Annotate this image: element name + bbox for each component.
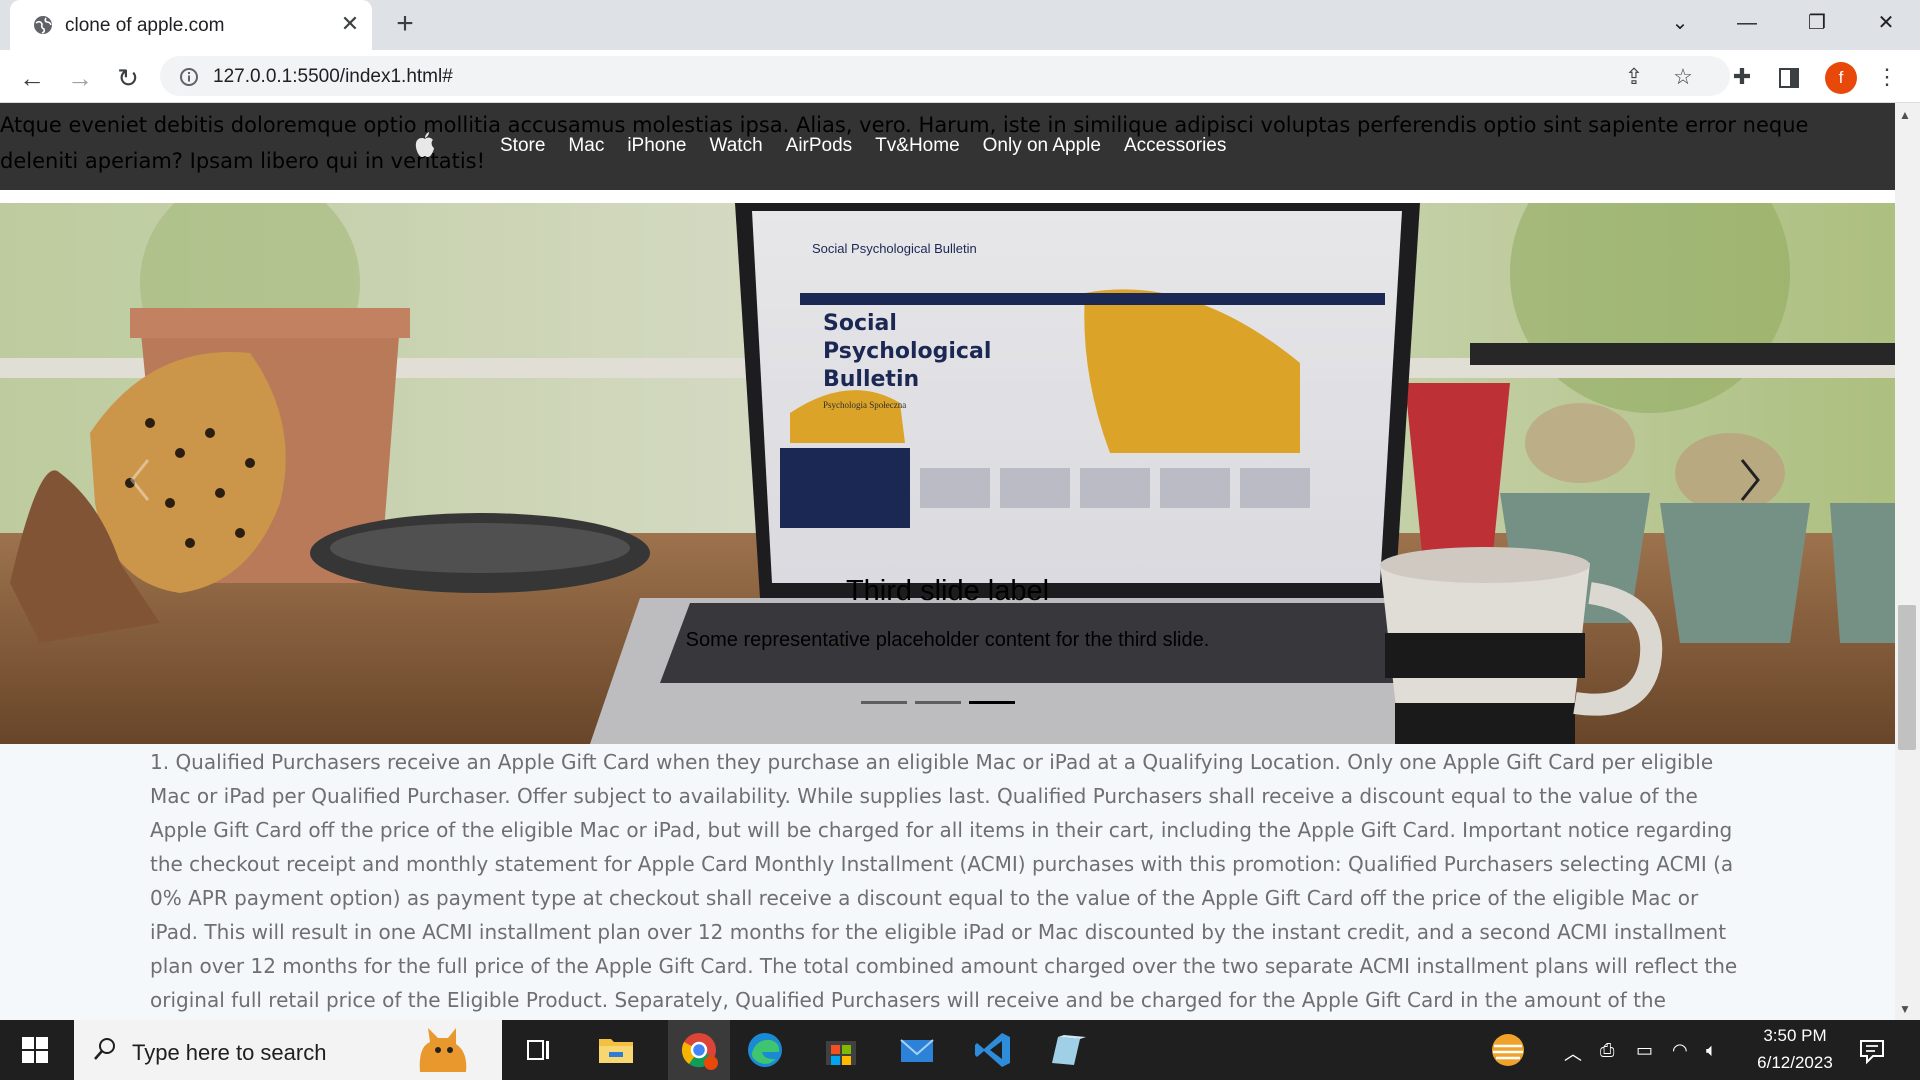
apple-logo-icon[interactable] [413, 131, 437, 159]
chrome-icon[interactable] [676, 1027, 722, 1073]
side-panel-icon[interactable] [1778, 67, 1800, 89]
tab-title: clone of apple.com [65, 15, 225, 36]
hero-carousel: Social Psychological Bulletin Social Psy… [0, 203, 1895, 744]
main-nav: Store Mac iPhone Watch AirPods Tv&Home O… [500, 135, 1249, 157]
back-arrow-icon[interactable]: ← [16, 62, 48, 94]
clock-time[interactable]: 3:50 PM [1755, 1026, 1835, 1046]
vertical-scrollbar[interactable] [1895, 103, 1920, 1020]
cat-search-highlight-icon [419, 1028, 467, 1072]
tab-search-chevron-icon[interactable]: ⌄ [1660, 8, 1700, 38]
notifications-icon[interactable] [1857, 1036, 1887, 1066]
nav-store[interactable]: Store [500, 135, 545, 157]
search-placeholder[interactable]: Type here to search [132, 1040, 326, 1066]
wifi-icon[interactable]: ◠ [1672, 1040, 1688, 1061]
extensions-puzzle-icon[interactable]: ✚ [1727, 62, 1757, 92]
nav-airpods[interactable]: AirPods [786, 135, 853, 157]
nav-only-on-apple[interactable]: Only on Apple [983, 135, 1101, 157]
footnote-text: 1. Qualified Purchasers receive an Apple… [150, 745, 1750, 1020]
new-tab-button[interactable]: + [390, 9, 420, 39]
notepad-app-icon[interactable] [1044, 1027, 1090, 1073]
edge-icon[interactable] [742, 1027, 788, 1073]
more-menu-icon[interactable]: ⋮ [1872, 62, 1902, 92]
restore-button[interactable]: ❐ [1797, 8, 1837, 38]
microsoft-store-icon[interactable] [818, 1027, 864, 1073]
nav-iphone[interactable]: iPhone [627, 135, 686, 157]
forward-arrow-icon[interactable]: → [64, 62, 96, 94]
battery-icon[interactable]: ▭ [1636, 1040, 1653, 1061]
task-view-icon[interactable] [525, 1036, 553, 1064]
carousel-next-icon[interactable] [1730, 450, 1770, 510]
share-icon[interactable]: ⇪ [1619, 62, 1649, 92]
carousel-caption-text: Some representative placeholder content … [685, 629, 1210, 651]
carousel-indicator-2[interactable] [915, 701, 961, 704]
carousel-indicator-1[interactable] [861, 701, 907, 704]
globe-icon [34, 16, 52, 34]
nav-tv-home[interactable]: Tv&Home [875, 135, 959, 157]
close-tab-icon[interactable]: ✕ [336, 10, 364, 38]
clock-date[interactable]: 6/12/2023 [1745, 1053, 1845, 1073]
volume-icon[interactable]: 🔈︎ [1706, 1040, 1717, 1061]
search-icon [94, 1038, 115, 1060]
url-text[interactable]: 127.0.0.1:5500/index1.html# [213, 66, 453, 88]
profile-avatar[interactable]: f [1825, 62, 1857, 94]
nav-watch[interactable]: Watch [710, 135, 763, 157]
reload-icon[interactable]: ↻ [112, 62, 144, 94]
nav-mac[interactable]: Mac [568, 135, 604, 157]
windows-start-icon[interactable] [22, 1037, 48, 1063]
info-icon[interactable] [179, 67, 199, 87]
minimize-button[interactable]: — [1727, 8, 1767, 38]
scroll-down-arrow-icon[interactable]: ▼ [1899, 1002, 1911, 1016]
mail-icon[interactable] [894, 1027, 940, 1073]
scroll-up-arrow-icon[interactable]: ▲ [1899, 108, 1911, 122]
scrollbar-thumb[interactable] [1898, 605, 1916, 750]
carousel-slide-image: Social Psychological Bulletin Social Psy… [0, 203, 1895, 744]
weather-sun-icon[interactable] [1488, 1030, 1528, 1070]
show-hidden-icons-chevron-icon[interactable]: ︿ [1564, 1040, 1582, 1066]
nav-accessories[interactable]: Accessories [1124, 135, 1226, 157]
page-viewport: Atque eveniet debitis doloremque optio m… [0, 103, 1895, 1020]
bookmark-star-icon[interactable]: ☆ [1668, 62, 1698, 92]
close-window-button[interactable]: ✕ [1866, 8, 1906, 38]
carousel-prev-icon[interactable] [120, 450, 160, 510]
vscode-icon[interactable] [970, 1027, 1016, 1073]
carousel-indicator-3[interactable] [969, 701, 1015, 704]
meet-now-icon[interactable]: ⎙ [1600, 1040, 1614, 1061]
carousel-caption-title: Third slide label [845, 575, 1050, 607]
file-explorer-icon[interactable] [593, 1027, 639, 1073]
